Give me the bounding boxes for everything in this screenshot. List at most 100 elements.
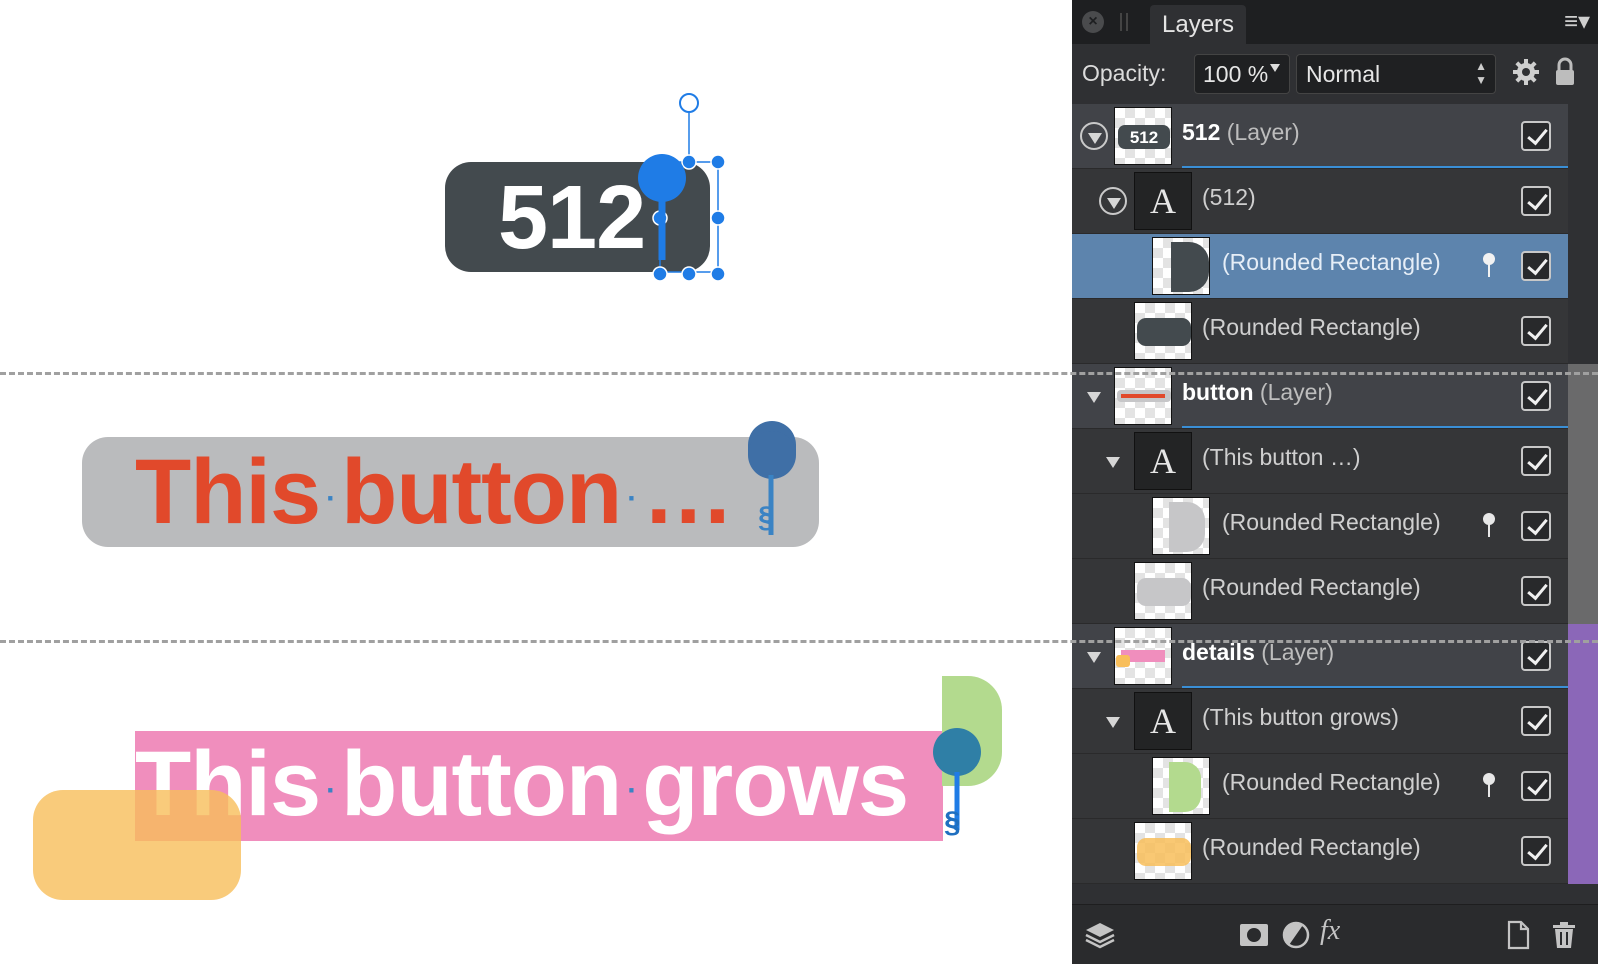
resize-handle-bottom-right[interactable] [710, 266, 726, 282]
gray-button-word-2: button [341, 441, 622, 543]
trash-icon[interactable] [1548, 919, 1580, 951]
layer-name: (512) [1202, 184, 1256, 210]
layer-row-rounded-rectangle[interactable]: (Rounded Rectangle) [1072, 754, 1568, 819]
badge-512-text[interactable]: 512 [498, 168, 646, 268]
pin-icon[interactable] [1482, 772, 1496, 798]
resize-handle-top-right[interactable] [710, 154, 726, 170]
blend-mode-value: Normal [1306, 61, 1381, 87]
opacity-input[interactable]: 100 % [1194, 54, 1290, 94]
layer-name: (This button grows) [1202, 704, 1399, 730]
text-end-marker: § [944, 806, 961, 839]
visibility-checkbox[interactable] [1521, 771, 1551, 801]
layer-row-512[interactable]: 512 512 (Layer) [1072, 104, 1568, 169]
layer-tag-strip [1568, 689, 1598, 754]
pin-icon[interactable] [638, 154, 686, 202]
layer-name: (Rounded Rectangle) [1202, 314, 1421, 340]
layer-row-rounded-rectangle[interactable]: (Rounded Rectangle) [1072, 234, 1568, 299]
visibility-checkbox[interactable] [1521, 836, 1551, 866]
pink-button-word-3: grows [642, 733, 909, 835]
layer-tag-strip [1568, 169, 1598, 234]
pin-icon[interactable] [1482, 512, 1496, 538]
visibility-checkbox[interactable] [1521, 576, 1551, 606]
drag-grip-icon[interactable] [1120, 13, 1128, 31]
layer-tag-strip [1568, 104, 1598, 169]
adjustment-icon[interactable] [1280, 919, 1312, 951]
resize-handle-right[interactable] [710, 210, 726, 226]
layer-thumbnail [1114, 627, 1172, 685]
expand-toggle-icon[interactable] [1099, 707, 1127, 735]
layer-name: button (Layer) [1182, 379, 1333, 405]
layer-tag-strip [1568, 299, 1598, 364]
layer-name: (Rounded Rectangle) [1202, 834, 1421, 860]
visibility-checkbox[interactable] [1521, 446, 1551, 476]
layer-tag-strip [1568, 819, 1598, 884]
visibility-checkbox[interactable] [1521, 641, 1551, 671]
pin-icon[interactable] [1482, 252, 1496, 278]
rotation-handle[interactable] [679, 93, 699, 113]
fx-icon[interactable]: fx [1320, 915, 1352, 947]
visibility-checkbox[interactable] [1521, 706, 1551, 736]
layer-name: details (Layer) [1182, 639, 1335, 665]
opacity-row: Opacity: 100 % Normal ▲ ▼ [1072, 44, 1598, 104]
resize-handle-top[interactable] [681, 154, 697, 170]
visibility-checkbox[interactable] [1521, 316, 1551, 346]
expand-toggle-icon[interactable] [1080, 122, 1108, 150]
layer-row-rounded-rectangle[interactable]: (Rounded Rectangle) [1072, 559, 1568, 624]
expand-toggle-icon[interactable] [1099, 447, 1127, 475]
mask-icon[interactable] [1238, 919, 1270, 951]
pink-button-text[interactable]: This ·button ·grows [135, 732, 909, 843]
space-marker: · [326, 773, 336, 807]
layer-name: (Rounded Rectangle) [1222, 249, 1441, 275]
expand-toggle-icon[interactable] [1099, 187, 1127, 215]
visibility-checkbox[interactable] [1521, 186, 1551, 216]
layer-row-details-text[interactable]: A (This button grows) [1072, 689, 1568, 754]
visibility-checkbox[interactable] [1521, 251, 1551, 281]
layer-thumbnail: 512 [1114, 107, 1172, 165]
panel-tab-bar: × Layers ≡▾ [1072, 0, 1598, 44]
layer-tag-strip [1568, 494, 1598, 559]
resize-handle-bottom[interactable] [681, 266, 697, 282]
gear-icon[interactable] [1512, 58, 1540, 86]
panel-menu-icon[interactable]: ≡▾ [1564, 10, 1590, 34]
visibility-checkbox[interactable] [1521, 121, 1551, 151]
layers-panel: × Layers ≡▾ Opacity: 100 % Normal ▲ ▼ 51… [1072, 0, 1598, 964]
lock-icon[interactable] [1554, 57, 1576, 87]
yellow-rounded-rectangle[interactable] [33, 790, 241, 900]
layer-thumbnail [1134, 302, 1192, 360]
space-marker: · [627, 773, 637, 807]
guide-line[interactable] [0, 372, 1598, 375]
layers-stack-icon[interactable] [1084, 919, 1116, 951]
expand-toggle-icon[interactable] [1080, 382, 1108, 410]
layers-bottom-bar: fx [1072, 904, 1598, 964]
tab-layers[interactable]: Layers [1150, 5, 1247, 44]
expand-toggle-icon[interactable] [1080, 642, 1108, 670]
visibility-checkbox[interactable] [1521, 381, 1551, 411]
space-marker: · [326, 481, 336, 515]
space-marker: · [627, 481, 637, 515]
pin-icon[interactable] [748, 431, 796, 479]
layer-row-details[interactable]: details (Layer) [1072, 624, 1568, 689]
visibility-checkbox[interactable] [1521, 511, 1551, 541]
layer-row-rounded-rectangle[interactable]: (Rounded Rectangle) [1072, 299, 1568, 364]
gray-button-text[interactable]: This ·button ·… [135, 440, 734, 551]
layer-row-rounded-rectangle[interactable]: (Rounded Rectangle) [1072, 819, 1568, 884]
text-layer-icon: A [1134, 432, 1192, 490]
opacity-label: Opacity: [1082, 60, 1167, 86]
resize-handle-left[interactable] [652, 210, 668, 226]
pink-button-word-2: button [341, 733, 622, 835]
close-icon[interactable]: × [1082, 11, 1104, 33]
layer-row-rounded-rectangle[interactable]: (Rounded Rectangle) [1072, 494, 1568, 559]
chevron-down-icon[interactable] [1270, 64, 1280, 72]
new-layer-icon[interactable] [1502, 919, 1534, 951]
canvas[interactable]: 512 This ·button ·… This ·button ·grows § § [0, 0, 1072, 964]
gray-button-word-1: This [135, 441, 321, 543]
pin-icon[interactable] [933, 728, 981, 776]
layer-row-512-text[interactable]: A (512) [1072, 169, 1568, 234]
layer-tag-strip [1568, 429, 1598, 494]
layer-row-button-text[interactable]: A (This button …) [1072, 429, 1568, 494]
layer-name: (Rounded Rectangle) [1202, 574, 1421, 600]
resize-handle-bottom-left[interactable] [652, 266, 668, 282]
blend-mode-select[interactable]: Normal ▲ ▼ [1296, 54, 1496, 94]
guide-line[interactable] [0, 640, 1598, 643]
layer-thumbnail [1134, 822, 1192, 880]
